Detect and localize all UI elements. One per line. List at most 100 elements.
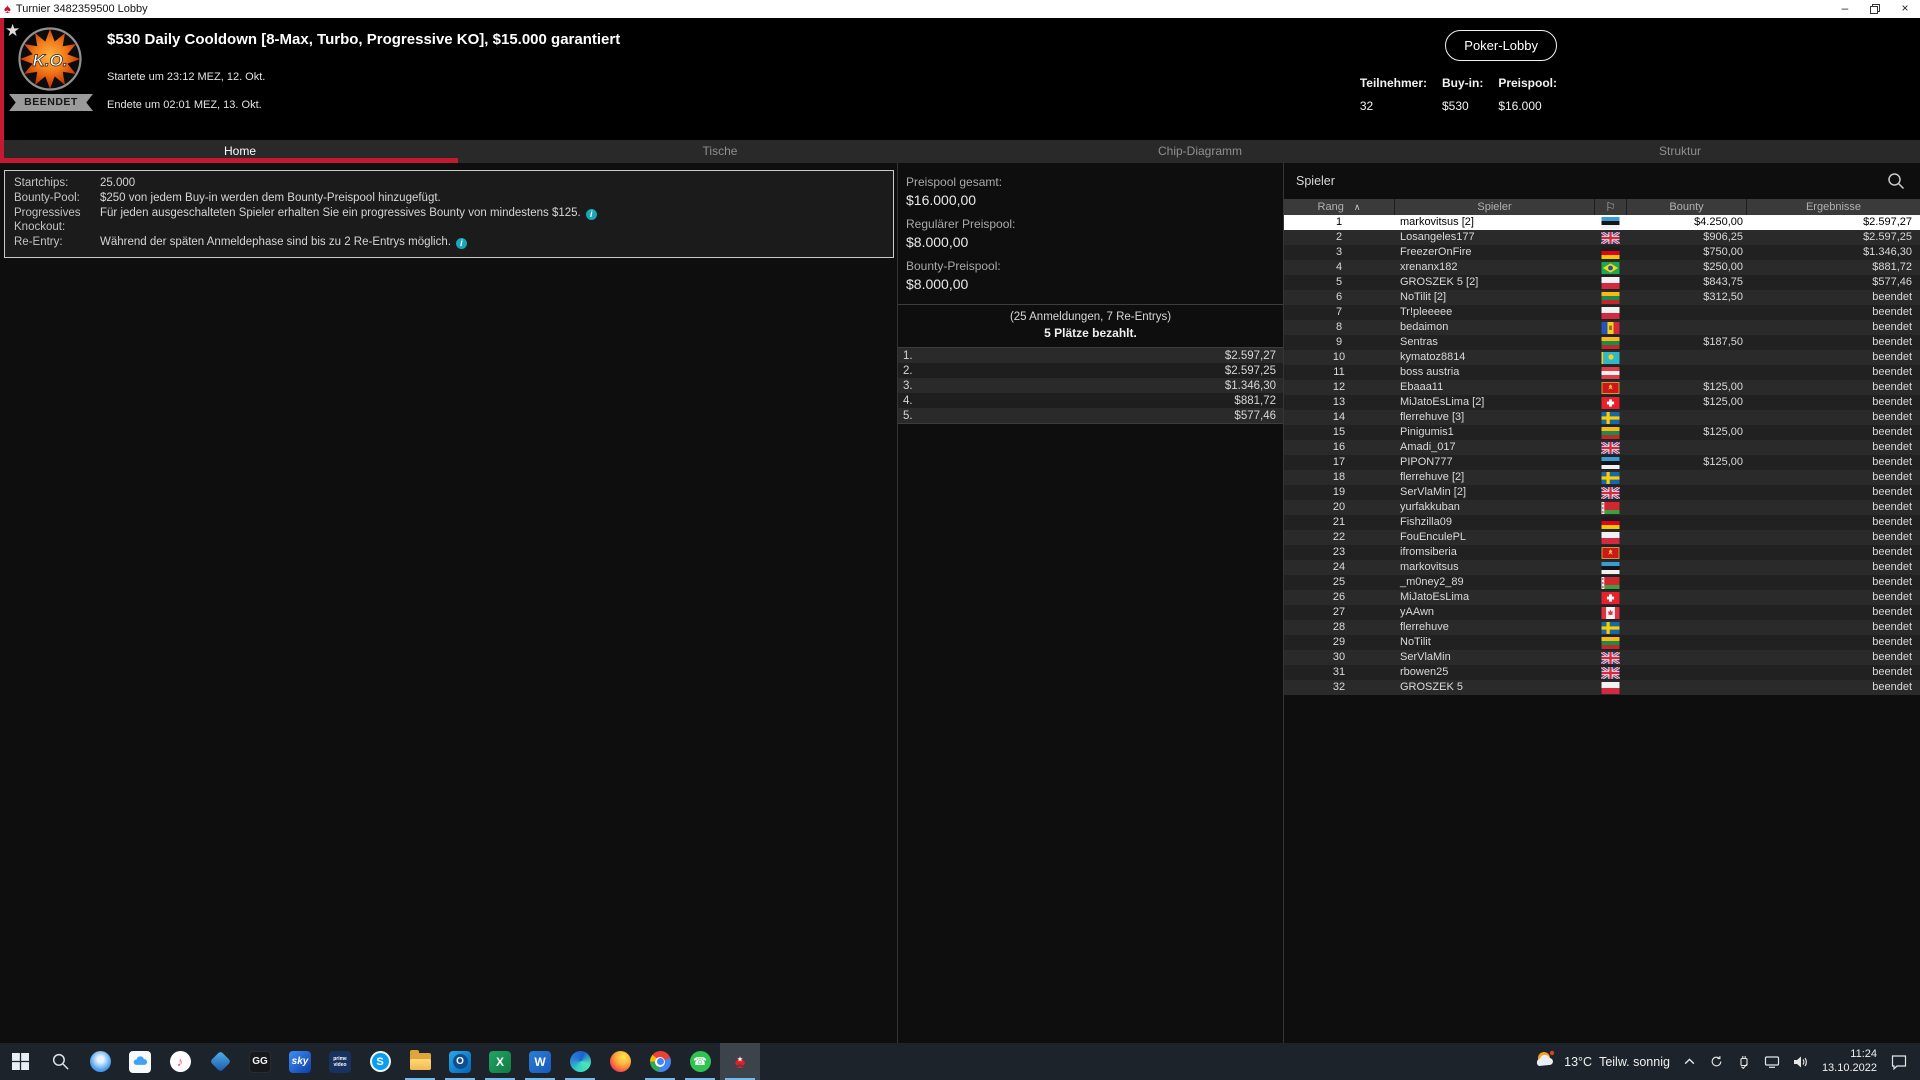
taskbar-file-explorer-icon[interactable]: [400, 1043, 440, 1080]
weather-widget[interactable]: 13°C Teilw. sonnig: [1533, 1049, 1670, 1074]
flag-md-icon: [1594, 320, 1626, 335]
header-stat-value: 32: [1359, 99, 1374, 113]
player-row[interactable]: 25 _m0ney2_89 beendet: [1284, 575, 1920, 590]
header-stat-label: Preispool:: [1498, 76, 1557, 90]
player-name: GROSZEK 5: [1400, 681, 1463, 693]
tab-chip-diagramm[interactable]: Chip-Diagramm: [960, 140, 1440, 163]
player-row[interactable]: 3 FreezerOnFire $750,00 $1.346,30: [1284, 245, 1920, 260]
player-result: beendet: [1872, 441, 1912, 453]
column-header-bounty[interactable]: Bounty: [1626, 199, 1746, 215]
player-row[interactable]: 12 Ebaaa11 $125,00 beendet: [1284, 380, 1920, 395]
column-header-flag-icon[interactable]: [1594, 199, 1626, 215]
player-row[interactable]: 13 MiJatoEsLima [2] $125,00 beendet: [1284, 395, 1920, 410]
taskbar-excel-icon[interactable]: X: [480, 1043, 520, 1080]
player-row[interactable]: 28 flerrehuve beendet: [1284, 620, 1920, 635]
tray-sync[interactable]: [1709, 1054, 1724, 1069]
player-row[interactable]: 27 yAAwn beendet: [1284, 605, 1920, 620]
player-row[interactable]: 5 GROSZEK 5 [2] $843,75 $577,46: [1284, 275, 1920, 290]
player-row[interactable]: 21 Fishzilla09 beendet: [1284, 515, 1920, 530]
player-name: markovitsus [2]: [1400, 216, 1474, 228]
player-row[interactable]: 22 FouEnculePL beendet: [1284, 530, 1920, 545]
player-row[interactable]: 18 flerrehuve [2] beendet: [1284, 470, 1920, 485]
player-row[interactable]: 8 bedaimon beendet: [1284, 320, 1920, 335]
player-row[interactable]: 29 NoTilit beendet: [1284, 635, 1920, 650]
payout-place: 4.: [903, 394, 913, 407]
column-header-player[interactable]: Spieler: [1394, 199, 1594, 215]
taskbar-chrome-icon[interactable]: [640, 1043, 680, 1080]
player-row[interactable]: 2 Losangeles177 $906,25 $2.597,25: [1284, 230, 1920, 245]
player-row[interactable]: 26 MiJatoEsLima beendet: [1284, 590, 1920, 605]
taskbar-pokerstars-icon[interactable]: ♠ ★: [720, 1043, 760, 1080]
player-row[interactable]: 10 kymatoz8814 beendet: [1284, 350, 1920, 365]
player-row[interactable]: 9 Sentras $187,50 beendet: [1284, 335, 1920, 350]
player-name: yAAwn: [1400, 606, 1435, 618]
close-button[interactable]: ×: [1890, 0, 1920, 18]
taskbar-firefox-icon[interactable]: [600, 1043, 640, 1080]
info-column: Startchips: 25.000 Bounty-Pool: $250 von je…: [0, 163, 898, 1043]
player-name: MiJatoEsLima [2]: [1400, 396, 1485, 408]
player-row[interactable]: 11 boss austria beendet: [1284, 365, 1920, 380]
player-row[interactable]: 30 SerVlaMin beendet: [1284, 650, 1920, 665]
player-rank: 22: [1332, 531, 1346, 543]
taskbar-search-icon[interactable]: [40, 1043, 80, 1080]
taskbar-clock[interactable]: 11:24 13.10.2022: [1822, 1048, 1877, 1075]
player-row[interactable]: 16 Amadi_017 beendet: [1284, 440, 1920, 455]
player-rank: 16: [1332, 441, 1346, 453]
taskbar-apple-music-icon[interactable]: ♪: [160, 1043, 200, 1080]
player-row[interactable]: 7 Tr!pleeeee beendet: [1284, 305, 1920, 320]
player-row[interactable]: 4 xrenanx182 $250,00 $881,72: [1284, 260, 1920, 275]
taskbar-outlook-icon[interactable]: O: [440, 1043, 480, 1080]
player-row[interactable]: 24 markovitsus beendet: [1284, 560, 1920, 575]
player-result: beendet: [1872, 621, 1912, 633]
accent-edge: [0, 18, 4, 163]
player-rank: 18: [1332, 471, 1346, 483]
taskbar-sky-icon[interactable]: sky: [280, 1043, 320, 1080]
player-row[interactable]: 31 rbowen25 beendet: [1284, 665, 1920, 680]
player-rank: 11: [1333, 366, 1345, 378]
flag-lt-icon: [1594, 635, 1626, 650]
player-row[interactable]: 17 PIPON777 $125,00 beendet: [1284, 455, 1920, 470]
player-row[interactable]: 19 SerVlaMin [2] beendet: [1284, 485, 1920, 500]
tab-tische[interactable]: Tische: [480, 140, 960, 163]
info-icon[interactable]: i: [585, 208, 597, 220]
player-name: Amadi_017: [1400, 441, 1456, 453]
tray-network[interactable]: [1764, 1055, 1780, 1069]
column-header-results[interactable]: Ergebnisse: [1746, 199, 1920, 215]
action-center-icon[interactable]: [1890, 1054, 1908, 1070]
tray-hidden-icons-chevron[interactable]: [1683, 1055, 1696, 1068]
prize-pool-item: Regulärer Preispool: $8.000,00: [906, 217, 1275, 250]
player-row[interactable]: 15 Pinigumis1 $125,00 beendet: [1284, 425, 1920, 440]
restore-button[interactable]: [1860, 0, 1890, 18]
taskbar-prime-video-icon[interactable]: prime video: [320, 1043, 360, 1080]
info-icon[interactable]: i: [455, 238, 467, 250]
column-header-rank[interactable]: Rang: [1284, 199, 1394, 215]
player-row[interactable]: 20 yurfakkuban beendet: [1284, 500, 1920, 515]
taskbar-icloud-icon[interactable]: [120, 1043, 160, 1080]
tournament-header: ★ K.O. BEENDET $530 Daily Cooldown [8-Ma…: [0, 18, 1920, 140]
player-name: flerrehuve: [1400, 621, 1449, 633]
player-rank: 15: [1332, 426, 1346, 438]
taskbar-edge-icon[interactable]: [560, 1043, 600, 1080]
tournament-info-box: Startchips: 25.000 Bounty-Pool: $250 von je…: [4, 170, 894, 258]
search-icon[interactable]: [1886, 171, 1906, 191]
taskbar-skype-icon[interactable]: S: [360, 1043, 400, 1080]
taskbar-whatsapp-icon[interactable]: ☎: [680, 1043, 720, 1080]
taskbar-pokerstars-vr-icon[interactable]: [200, 1043, 240, 1080]
player-row[interactable]: 32 GROSZEK 5 beendet: [1284, 680, 1920, 695]
player-result: beendet: [1872, 321, 1912, 333]
taskbar-signal-icon[interactable]: [80, 1043, 120, 1080]
tab-home[interactable]: Home: [0, 140, 480, 163]
poker-lobby-button[interactable]: Poker-Lobby: [1445, 30, 1557, 61]
player-row[interactable]: 23 ifromsiberia beendet: [1284, 545, 1920, 560]
minimize-button[interactable]: –: [1830, 0, 1860, 18]
tray-volume[interactable]: [1793, 1055, 1809, 1069]
taskbar-word-icon[interactable]: W: [520, 1043, 560, 1080]
player-row[interactable]: 14 flerrehuve [3] beendet: [1284, 410, 1920, 425]
tray-usb-device[interactable]: [1737, 1054, 1751, 1069]
player-row[interactable]: 6 NoTilit [2] $312,50 beendet: [1284, 290, 1920, 305]
taskbar-start-icon[interactable]: [0, 1043, 40, 1080]
flag-ee-icon: [1594, 215, 1626, 230]
player-row[interactable]: 1 markovitsus [2] $4.250,00 $2.597,27: [1284, 215, 1920, 230]
tab-struktur[interactable]: Struktur: [1440, 140, 1920, 163]
taskbar-ggpoker-icon[interactable]: GG: [240, 1043, 280, 1080]
